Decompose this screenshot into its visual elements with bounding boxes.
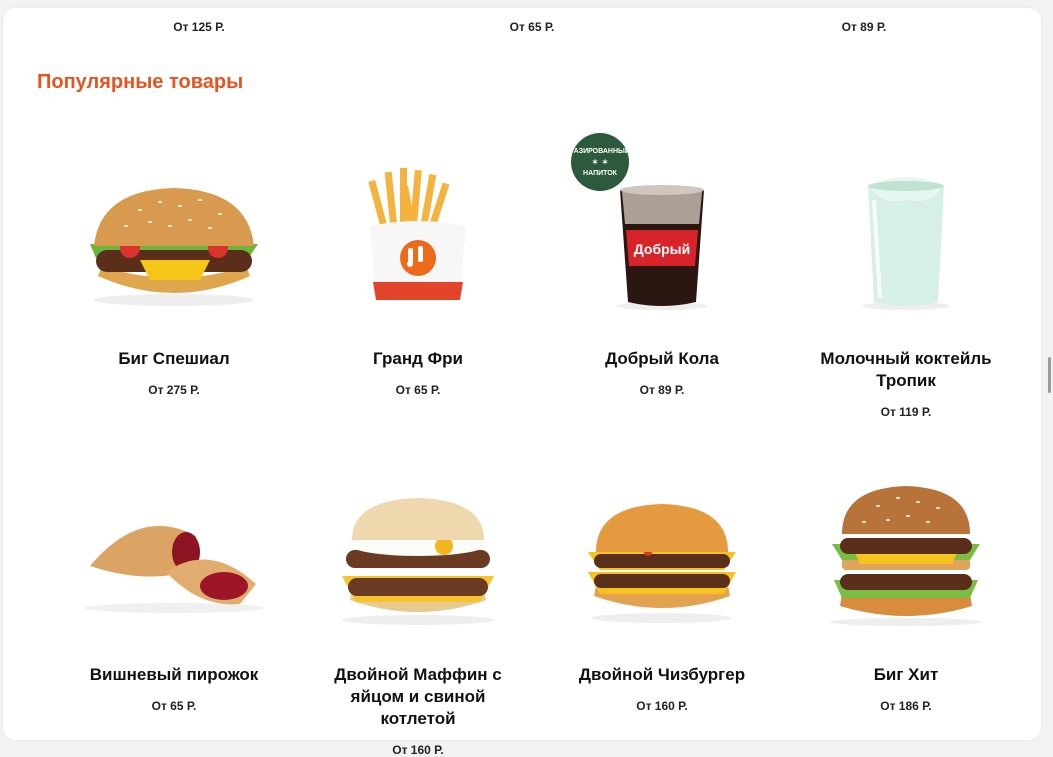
product-name: Двойной Маффин с яйцом и свиной котлетой xyxy=(334,665,502,728)
cola-cup-label: Добрый xyxy=(634,241,690,257)
product-name: Добрый Кола xyxy=(605,349,719,368)
cola-cup-icon: Добрый ГАЗИРОВАННЫЙ ✶ ✶ НАПИТОК xyxy=(538,133,786,310)
product-name: Биг Спешиал xyxy=(118,349,230,368)
product-card-double-cheeseburger[interactable]: Двойной Чизбургер От 160 Р. xyxy=(538,476,786,713)
product-card-big-hit[interactable]: Биг Хит От 186 Р. xyxy=(782,476,1030,713)
badge-line1: ГАЗИРОВАННЫЙ xyxy=(570,147,630,155)
product-price: От 186 Р. xyxy=(880,699,932,713)
section-title: Популярные товары xyxy=(37,71,244,93)
badge-line2: НАПИТОК xyxy=(583,169,617,177)
pie-icon xyxy=(50,476,298,626)
big-burger-icon xyxy=(782,476,1030,626)
product-name: Гранд Фри xyxy=(373,349,463,368)
product-card-cherry-pie[interactable]: Вишневый пирожок От 65 Р. xyxy=(50,476,298,713)
product-name: Биг Хит xyxy=(873,665,939,684)
product-price: От 65 Р. xyxy=(151,699,197,713)
top-price-3: От 89 Р. xyxy=(841,20,887,34)
top-price-2: От 65 Р. xyxy=(509,20,555,34)
product-card-milkshake[interactable]: Молочный коктейль Тропик От 119 Р. xyxy=(782,160,1030,419)
product-card-big-special[interactable]: Биг Спешиал От 275 Р. xyxy=(50,160,298,397)
milkshake-icon xyxy=(782,160,1030,310)
carbonated-drink-badge: ГАЗИРОВАННЫЙ ✶ ✶ НАПИТОК xyxy=(570,133,630,191)
product-card-grand-fries[interactable]: Гранд Фри От 65 Р. xyxy=(294,160,542,397)
products-panel: От 125 Р. От 65 Р. От 89 Р. Популярные т… xyxy=(3,8,1041,757)
burger-icon xyxy=(50,160,298,310)
product-price: От 160 Р. xyxy=(636,699,688,713)
product-name: Молочный коктейль Тропик xyxy=(820,349,992,390)
product-price: От 275 Р. xyxy=(148,383,200,397)
muffin-icon xyxy=(294,476,542,626)
product-price: От 119 Р. xyxy=(880,405,932,419)
product-price: От 160 Р. xyxy=(392,743,444,757)
product-card-double-muffin[interactable]: Двойной Маффин с яйцом и свиной котлетой… xyxy=(294,476,542,757)
scrollbar-thumb[interactable] xyxy=(1048,357,1051,393)
product-name: Вишневый пирожок xyxy=(89,665,259,684)
top-price-1: От 125 Р. xyxy=(173,20,225,34)
product-card-dobry-cola[interactable]: Добрый ГАЗИРОВАННЫЙ ✶ ✶ НАПИТОК Добрый К… xyxy=(538,133,786,397)
product-price: От 65 Р. xyxy=(395,383,441,397)
fries-icon xyxy=(294,160,542,310)
cheeseburger-icon xyxy=(538,476,786,626)
product-price: От 89 Р. xyxy=(639,383,685,397)
product-name: Двойной Чизбургер xyxy=(578,665,746,684)
